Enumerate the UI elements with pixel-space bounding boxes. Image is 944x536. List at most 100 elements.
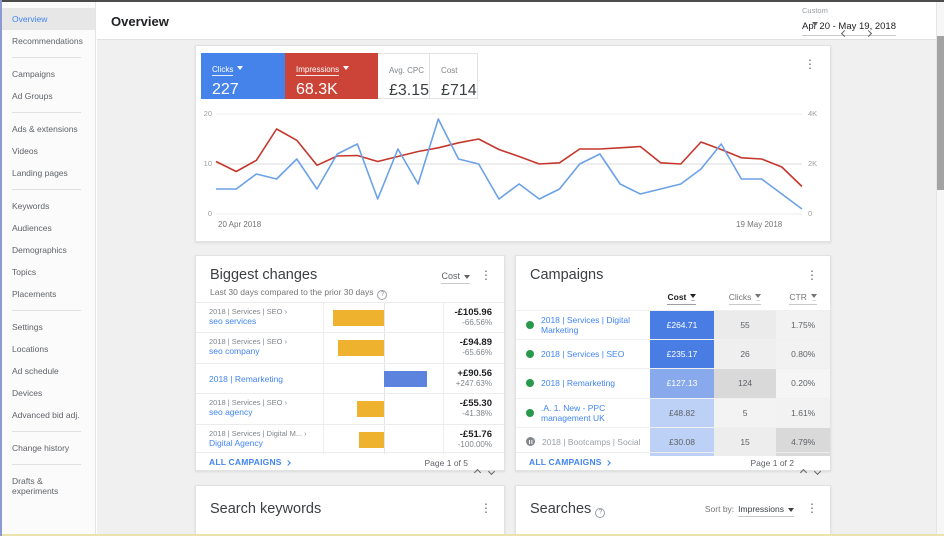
sidebar-item-demographics[interactable]: Demographics [2,239,95,261]
scorecard-impressions[interactable]: Impressions 68.3K [285,53,378,99]
scorecard-clicks[interactable]: Clicks 227 [201,53,285,99]
search-keywords-title: Search keywords [210,501,322,517]
change-row[interactable]: 2018 | Services | SEO › seo agency -£55.… [196,393,504,424]
campaign-link[interactable]: 2018 | Bootcamps | Social [542,437,640,447]
sidebar-item-topics[interactable]: Topics [2,261,95,283]
sidebar: Overview Recommendations Campaigns Ad Gr… [2,2,96,536]
column-header-clicks[interactable]: Clicks [714,292,777,305]
change-row-link[interactable]: seo agency [209,407,319,418]
sidebar-divider [12,431,81,432]
scorecards: Clicks 227 Impressions 68.3K Avg. CPC £3… [201,53,478,99]
kebab-menu-icon[interactable]: ⋮ [804,58,816,70]
help-icon[interactable] [595,507,606,518]
sidebar-item-campaigns[interactable]: Campaigns [2,63,95,85]
change-row-group: 2018 | Services | SEO › [209,307,288,316]
sidebar-item-placements[interactable]: Placements [2,283,95,305]
change-row-link[interactable]: seo company [209,346,319,357]
column-header-cost[interactable]: Cost [650,292,714,305]
previous-period-button[interactable] [839,20,850,44]
change-row-link[interactable]: 2018 | Remarketing [209,368,319,385]
page-up-button[interactable] [799,460,808,482]
sidebar-item-keywords[interactable]: Keywords [2,195,95,217]
page-down-button[interactable] [487,459,496,481]
vertical-scrollbar[interactable] [936,2,944,536]
campaigns-card: Campaigns ⋮ Cost Clicks CTR 2018 | Servi… [515,255,831,477]
sidebar-item-overview[interactable]: Overview [2,8,95,30]
sidebar-item-ad-groups[interactable]: Ad Groups [2,85,95,107]
change-row[interactable]: 2018 | Services | Digital M... › Digital… [196,423,504,455]
chevron-down-icon [810,294,817,302]
campaign-row[interactable]: 2018 | Services | Digital Marketing £264… [516,310,830,340]
all-campaigns-link[interactable]: ALL CAMPAIGNS [529,457,612,467]
change-percent: -65.66% [462,348,492,358]
change-bar [337,340,384,357]
campaign-link[interactable]: 2018 | Services | Digital Marketing [541,315,650,335]
sidebar-item-devices[interactable]: Devices [2,382,95,404]
campaign-row[interactable]: .A. 1. New - PPC management UK £48.82 5 … [516,397,830,427]
sidebar-item-landing-pages[interactable]: Landing pages [2,162,95,184]
sidebar-divider [12,112,81,113]
page-up-button[interactable] [473,460,482,482]
campaign-status-icon [526,379,534,388]
kebab-menu-icon[interactable]: ⋮ [480,502,492,514]
sidebar-item-drafts-experiments[interactable]: Drafts & experiments [2,470,95,502]
all-campaigns-link[interactable]: ALL CAMPAIGNS [209,457,292,467]
change-row-link[interactable]: seo services [209,316,319,327]
change-row-link[interactable]: Digital Agency [209,438,319,449]
timeseries-chart [215,113,803,215]
sidebar-item-audiences[interactable]: Audiences [2,217,95,239]
help-icon[interactable] [377,289,388,300]
change-row[interactable]: 2018 | Services | SEO › seo services -£1… [196,302,504,333]
sidebar-item-settings[interactable]: Settings [2,316,95,338]
campaign-row[interactable]: 2018 | Services | SEO £235.17 26 0.80% [516,339,830,369]
campaign-link[interactable]: 2018 | Services | SEO [541,349,624,359]
scrollbar-thumb[interactable] [937,36,944,190]
scorecard-avg-cpc-label: Avg. CPC [389,66,424,75]
left-axis-tick: 0 [207,209,212,218]
scorecard-avg-cpc-value: £3.15 [389,82,430,99]
change-percent: -41.38% [462,409,492,419]
chevron-down-icon [813,467,822,476]
scorecard-impressions-label[interactable]: Impressions [296,65,340,76]
sidebar-item-videos[interactable]: Videos [2,140,95,162]
campaigns-column-headers: Cost Clicks CTR [516,292,830,305]
sidebar-item-change-history[interactable]: Change history [2,437,95,459]
campaign-row[interactable]: 2018 | Remarketing £127.13 124 0.20% [516,368,830,398]
sidebar-item-recommendations[interactable]: Recommendations [2,30,95,52]
metric-selector[interactable]: Cost [441,271,470,284]
kebab-menu-icon[interactable]: ⋮ [806,502,818,514]
pagination-label: Page 1 of 2 [750,458,794,468]
kebab-menu-icon[interactable]: ⋮ [806,269,818,281]
change-row[interactable]: 2018 | Services | SEO › seo company -£94… [196,332,504,364]
change-amount: -£51.76 [459,428,492,440]
campaign-link[interactable]: 2018 | Remarketing [541,378,615,388]
campaign-ctr-cell: 1.61% [776,398,830,427]
sidebar-divider [12,310,81,311]
change-percent: -66.56% [462,318,492,327]
campaign-link[interactable]: .A. 1. New - PPC management UK [541,403,650,423]
scorecard-cost-label: Cost [441,66,458,75]
scorecard-avg-cpc[interactable]: Avg. CPC £3.15 [378,53,431,99]
column-header-ctr[interactable]: CTR [776,292,830,305]
campaign-cost-cell: £127.13 [650,369,714,398]
chevron-down-icon [343,65,350,70]
change-row[interactable]: 2018 | Remarketing +£90.56 +247.63% [196,362,504,394]
sort-by-selector[interactable]: Impressions [738,504,794,517]
sidebar-item-locations[interactable]: Locations [2,338,95,360]
chevron-down-icon [788,507,794,512]
right-axis-tick: 4K [808,109,818,118]
kebab-menu-icon[interactable]: ⋮ [480,269,492,281]
change-amount: -£105.96 [454,307,492,318]
chevron-right-icon [285,460,292,466]
page-down-button[interactable] [813,459,822,481]
sidebar-item-ad-schedule[interactable]: Ad schedule [2,360,95,382]
chevron-down-icon[interactable] [812,22,818,26]
next-period-button[interactable] [863,20,874,44]
sidebar-item-advanced-bid-adj[interactable]: Advanced bid adj. [2,404,95,426]
sidebar-item-ads-extensions[interactable]: Ads & extensions [2,118,95,140]
chevron-left-icon [840,29,849,38]
left-axis-tick: 20 [203,109,212,118]
scorecard-clicks-label[interactable]: Clicks [212,65,234,76]
scorecard-cost[interactable]: Cost £714 [430,53,478,99]
change-amount: -£94.89 [459,337,492,349]
